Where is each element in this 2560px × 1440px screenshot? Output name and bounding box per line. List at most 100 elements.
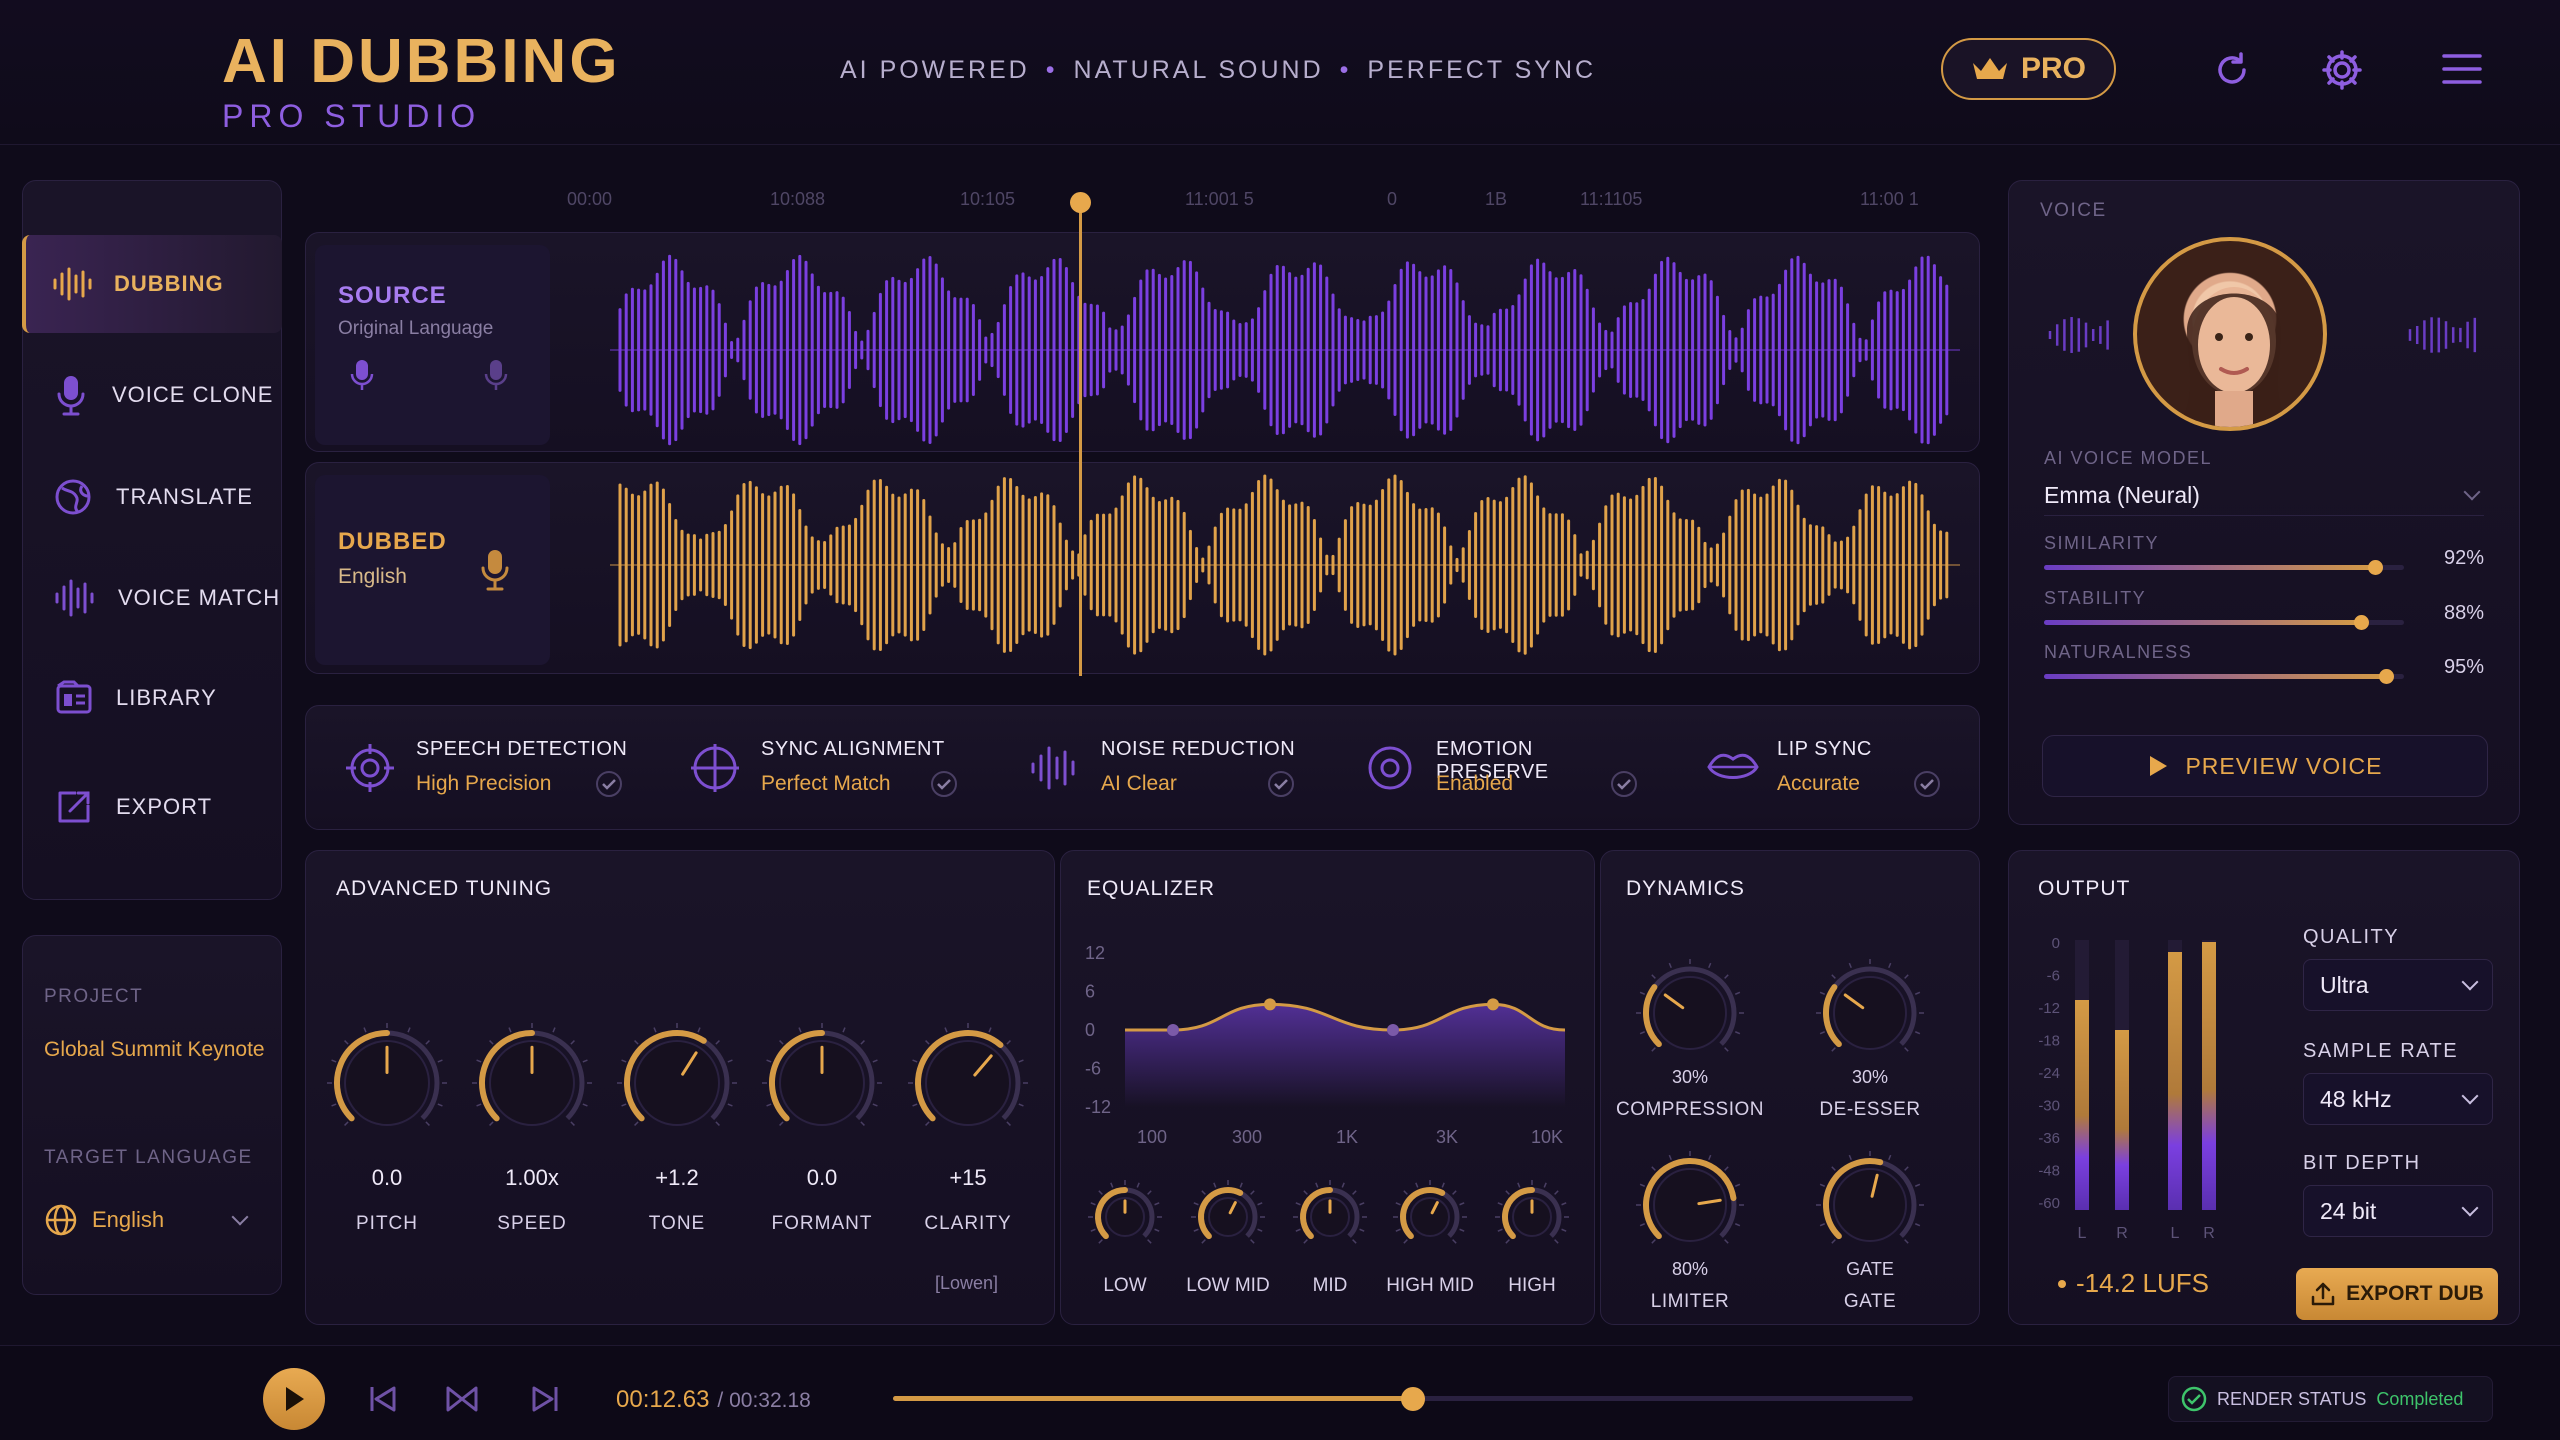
eq-node[interactable] [1487, 998, 1499, 1011]
quality-select[interactable]: Ultra [2303, 959, 2493, 1011]
eq-node[interactable] [1387, 1024, 1399, 1036]
microphone-icon[interactable] [480, 548, 510, 592]
knob-tick [1136, 1182, 1140, 1188]
knob-tick [1505, 1239, 1510, 1244]
knob-gate[interactable] [1814, 1149, 1926, 1261]
knob-tick [582, 1059, 588, 1063]
skip-back-icon[interactable] [368, 1385, 398, 1413]
slider-track[interactable] [2044, 560, 2404, 575]
knob-pitch[interactable] [325, 1021, 449, 1145]
time-tick: 11:001 5 [1185, 189, 1254, 209]
export-dub-button[interactable]: EXPORT DUB [2296, 1268, 2498, 1320]
check-circle-icon [2181, 1386, 2207, 1412]
eq-node[interactable] [1167, 1024, 1179, 1036]
skip-forward-icon[interactable] [530, 1385, 560, 1413]
time-readout: 00:12.63 / 00:32.18 [616, 1386, 811, 1414]
play-icon [2150, 756, 2168, 776]
feature-emotion-preserve[interactable]: EMOTION PRESERVE Enabled [1360, 730, 1650, 810]
bit-depth-select[interactable]: 24 bit [2303, 1185, 2493, 1237]
meter-channel-label: R [2116, 1225, 2128, 1242]
feature-title: NOISE REDUCTION [1101, 738, 1296, 760]
feature-lip-sync[interactable]: LIP SYNC Accurate [1705, 730, 1965, 810]
microphone-icon[interactable] [484, 358, 508, 392]
sidebar-item-dubbing[interactable]: DUBBING [22, 235, 282, 333]
knob-limiter[interactable] [1634, 1149, 1746, 1261]
time-tick: 11:00 1 [1860, 189, 1919, 209]
sidebar-item-label: VOICE MATCH [118, 585, 281, 610]
sidebar-item-voice-match[interactable]: VOICE MATCH [22, 558, 282, 638]
refresh-icon[interactable] [2212, 50, 2252, 90]
knob-formant[interactable] [760, 1021, 884, 1145]
quality-label: QUALITY [2303, 926, 2400, 948]
knob-tick [715, 1040, 720, 1045]
time-tick: 10:088 [770, 189, 826, 209]
eq-y-tick: 6 [1085, 982, 1095, 1002]
feature-speech-detection[interactable]: SPEECH DETECTION High Precision [340, 730, 630, 810]
knob-tick [476, 1103, 482, 1107]
knob-compression[interactable] [1634, 957, 1746, 1069]
knob-tick [437, 1059, 443, 1063]
sample-rate-select[interactable]: 48 kHz [2303, 1073, 2493, 1125]
knob-tick [552, 1027, 556, 1033]
slider-handle[interactable] [2353, 615, 2369, 630]
knob-value: 1.00x [505, 1165, 559, 1190]
time-tick: 00:00 [567, 189, 613, 209]
knob-tick [1341, 1182, 1345, 1188]
playhead[interactable] [1070, 192, 1092, 676]
knob-body [1653, 1168, 1727, 1242]
knob-body [925, 1040, 1011, 1126]
knob-tick [1459, 1228, 1465, 1232]
knob-tick [1359, 1202, 1365, 1206]
target-language-select[interactable]: English [44, 1200, 256, 1240]
knob-tick [1724, 1239, 1729, 1244]
sidebar-item-translate[interactable]: TRANSLATE [22, 457, 282, 537]
library-icon [56, 680, 92, 714]
eq-knob[interactable] [1493, 1178, 1571, 1256]
loop-icon[interactable] [446, 1385, 478, 1413]
chevron-down-icon [2461, 973, 2479, 991]
eq-knob[interactable] [1086, 1178, 1164, 1256]
slider-track[interactable] [2044, 669, 2404, 684]
knob-tone[interactable] [615, 1021, 739, 1145]
meter-channel-label: L [2078, 1225, 2087, 1242]
feature-noise-reduction[interactable]: NOISE REDUCTION AI Clear [1025, 730, 1315, 810]
knob-tick [1639, 1031, 1646, 1035]
knob-de-esser[interactable] [1814, 957, 1926, 1069]
knob-speed[interactable] [470, 1021, 594, 1145]
pro-button[interactable]: PRO [1941, 38, 2116, 100]
knob-tick [582, 1103, 588, 1107]
knob-clarity[interactable] [906, 1021, 1030, 1145]
eq-knob[interactable] [1391, 1178, 1469, 1256]
knob-tick [872, 1059, 878, 1063]
gear-icon[interactable] [2320, 48, 2364, 92]
sidebar-item-voice-clone[interactable]: VOICE CLONE [22, 355, 282, 435]
eq-knob[interactable] [1291, 1178, 1369, 1256]
eq-node[interactable] [1264, 998, 1276, 1011]
knob-tick [634, 1040, 639, 1045]
eq-knob[interactable] [1189, 1178, 1267, 1256]
meter-level [2115, 1030, 2129, 1210]
knob-tick [1904, 1239, 1909, 1244]
slider-handle[interactable] [2379, 669, 2394, 684]
knob-tick [1154, 1228, 1160, 1232]
progress-handle[interactable] [1401, 1387, 1426, 1411]
knob-tick [1668, 1154, 1672, 1161]
knob-label: LIMITER [1650, 1291, 1730, 1312]
progress-track[interactable] [893, 1387, 1913, 1411]
eq-curve[interactable]: 12 6 0 -6 -12 100 300 1K 3K 10K [1085, 935, 1575, 1145]
knob-tick [1303, 1239, 1308, 1244]
microphone-icon[interactable] [350, 358, 374, 392]
sidebar-item-export[interactable]: EXPORT [22, 767, 282, 847]
knob-label: GATE [1843, 1291, 1897, 1312]
slider-track[interactable] [2044, 615, 2404, 630]
play-button[interactable] [263, 1368, 325, 1430]
meter-tick: -24 [2038, 1065, 2060, 1082]
knob-label: TONE [648, 1213, 706, 1234]
knob-tick [1497, 1202, 1503, 1206]
menu-icon[interactable] [2442, 52, 2482, 86]
preview-voice-button[interactable]: PREVIEW VOICE [2042, 735, 2488, 797]
meter-tick: -60 [2038, 1195, 2060, 1212]
feature-sync-alignment[interactable]: SYNC ALIGNMENT Perfect Match [685, 730, 975, 810]
sidebar-item-library[interactable]: LIBRARY [22, 658, 282, 738]
voice-model-select[interactable]: Emma (Neural) [2044, 476, 2484, 516]
